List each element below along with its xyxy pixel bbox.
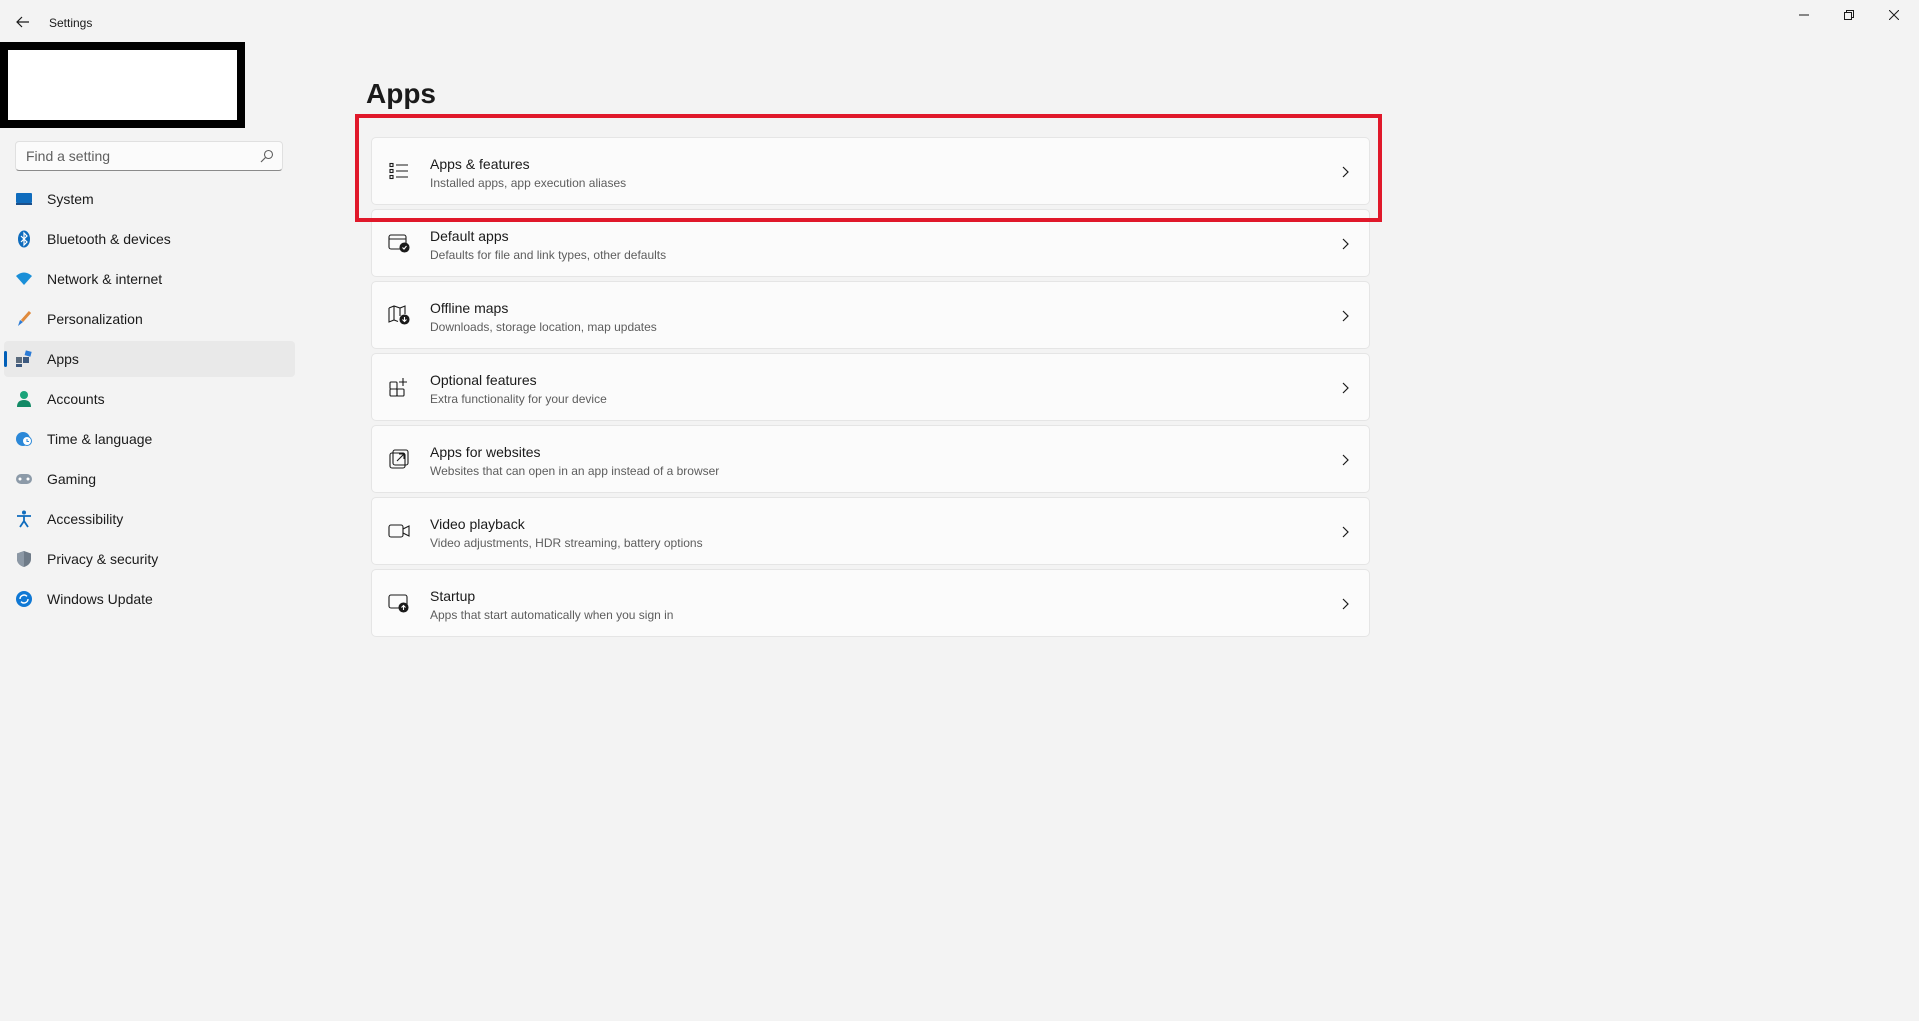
- settings-card-list: Apps & features Installed apps, app exec…: [371, 137, 1370, 641]
- accessibility-icon: [15, 510, 33, 528]
- sidebar-item-windows-update[interactable]: Windows Update: [4, 581, 295, 617]
- wifi-icon: [15, 270, 33, 288]
- startup-icon: [388, 592, 410, 614]
- chevron-right-icon: [1342, 166, 1349, 178]
- card-offline-maps[interactable]: Offline maps Downloads, storage location…: [371, 281, 1370, 349]
- card-startup[interactable]: Startup Apps that start automatically wh…: [371, 569, 1370, 637]
- sidebar-item-label: Accounts: [47, 391, 105, 407]
- card-subtitle: Apps that start automatically when you s…: [430, 608, 674, 622]
- card-title: Video playback: [430, 516, 525, 532]
- list-icon: [388, 160, 410, 182]
- globe-clock-icon: [15, 430, 33, 448]
- sidebar-item-accounts[interactable]: Accounts: [4, 381, 295, 417]
- maximize-button[interactable]: [1826, 0, 1872, 30]
- minimize-button[interactable]: [1781, 0, 1827, 30]
- card-optional-features[interactable]: Optional features Extra functionality fo…: [371, 353, 1370, 421]
- card-apps-features[interactable]: Apps & features Installed apps, app exec…: [371, 137, 1370, 205]
- shield-icon: [15, 550, 33, 568]
- sidebar-item-bluetooth[interactable]: Bluetooth & devices: [4, 221, 295, 257]
- card-title: Startup: [430, 588, 476, 604]
- search-icon: [260, 149, 274, 163]
- close-button[interactable]: [1871, 0, 1917, 30]
- person-icon: [15, 390, 33, 408]
- chevron-right-icon: [1342, 382, 1349, 394]
- open-link-icon: [388, 448, 410, 470]
- sidebar-item-privacy[interactable]: Privacy & security: [4, 541, 295, 577]
- sidebar-item-label: Bluetooth & devices: [47, 231, 171, 247]
- card-title: Offline maps: [430, 300, 509, 316]
- sidebar-item-label: Privacy & security: [47, 551, 159, 567]
- card-default-apps[interactable]: Default apps Defaults for file and link …: [371, 209, 1370, 277]
- profile-redaction: [8, 50, 237, 120]
- update-icon: [15, 590, 33, 608]
- back-button[interactable]: [12, 11, 34, 33]
- sidebar-item-system[interactable]: System: [4, 181, 295, 217]
- video-icon: [388, 520, 410, 542]
- minimize-icon: [1799, 14, 1809, 16]
- card-title: Default apps: [430, 228, 509, 244]
- card-title: Optional features: [430, 372, 537, 388]
- gamepad-icon: [15, 470, 33, 488]
- sidebar-item-label: Windows Update: [47, 591, 153, 607]
- card-title: Apps for websites: [430, 444, 541, 460]
- search-input[interactable]: [16, 142, 256, 170]
- restore-icon: [1844, 10, 1854, 20]
- apps-icon: [15, 350, 33, 368]
- sidebar-item-label: Accessibility: [47, 511, 124, 527]
- sidebar-item-gaming[interactable]: Gaming: [4, 461, 295, 497]
- card-video-playback[interactable]: Video playback Video adjustments, HDR st…: [371, 497, 1370, 565]
- search-box[interactable]: [15, 141, 283, 171]
- sidebar-item-apps[interactable]: Apps: [4, 341, 295, 377]
- user-profile-redacted: [0, 42, 245, 128]
- back-arrow-icon: [16, 16, 29, 28]
- card-subtitle: Installed apps, app execution aliases: [430, 176, 627, 190]
- sidebar-nav: System Bluetooth & devices Network & int…: [0, 181, 296, 621]
- sidebar-item-label: System: [47, 191, 94, 207]
- map-download-icon: [388, 304, 410, 326]
- chevron-right-icon: [1342, 310, 1349, 322]
- chevron-right-icon: [1342, 526, 1349, 538]
- card-subtitle: Video adjustments, HDR streaming, batter…: [430, 536, 703, 550]
- chevron-right-icon: [1342, 598, 1349, 610]
- card-subtitle: Extra functionality for your device: [430, 392, 607, 406]
- sidebar-item-label: Apps: [47, 351, 79, 367]
- card-title: Apps & features: [430, 156, 530, 172]
- chevron-right-icon: [1342, 238, 1349, 250]
- window-title: Settings: [49, 16, 93, 30]
- close-icon: [1889, 10, 1899, 20]
- card-apps-for-websites[interactable]: Apps for websites Websites that can open…: [371, 425, 1370, 493]
- sidebar-item-label: Time & language: [47, 431, 153, 447]
- sidebar-item-time-language[interactable]: Time & language: [4, 421, 295, 457]
- sidebar-item-accessibility[interactable]: Accessibility: [4, 501, 295, 537]
- bluetooth-icon: [15, 230, 33, 248]
- chevron-right-icon: [1342, 454, 1349, 466]
- card-subtitle: Websites that can open in an app instead…: [430, 464, 720, 478]
- system-icon: [15, 190, 33, 208]
- sidebar-item-label: Gaming: [47, 471, 97, 487]
- sidebar-item-personalization[interactable]: Personalization: [4, 301, 295, 337]
- sidebar-item-label: Network & internet: [47, 271, 163, 287]
- title-bar: Settings: [0, 0, 1919, 46]
- add-grid-icon: [388, 376, 410, 398]
- default-apps-icon: [388, 232, 410, 254]
- brush-icon: [15, 310, 33, 328]
- card-subtitle: Downloads, storage location, map updates: [430, 320, 657, 334]
- card-subtitle: Defaults for file and link types, other …: [430, 248, 667, 262]
- sidebar-item-label: Personalization: [47, 311, 143, 327]
- page-title: Apps: [366, 78, 436, 109]
- sidebar-item-network[interactable]: Network & internet: [4, 261, 295, 297]
